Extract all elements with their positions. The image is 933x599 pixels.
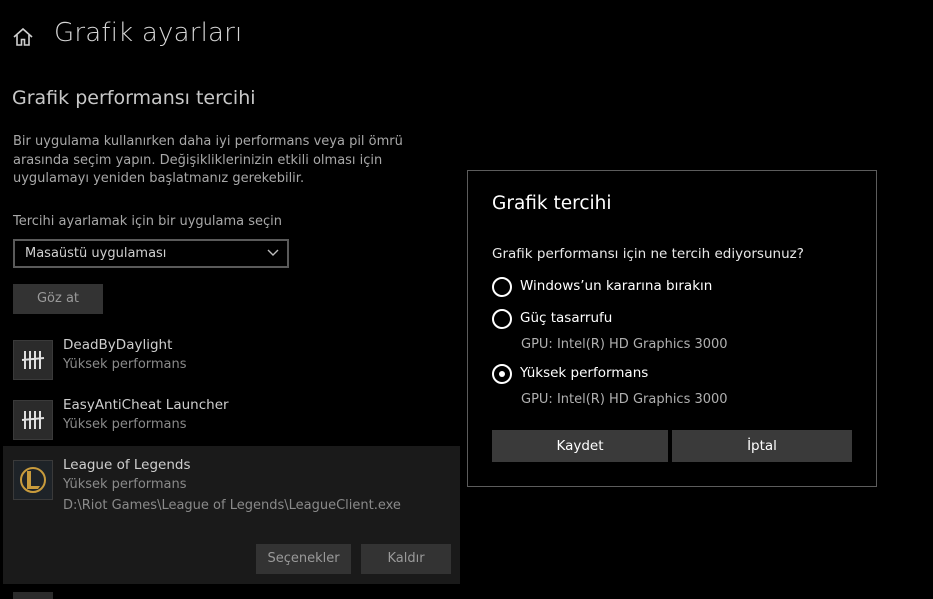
home-icon[interactable]	[12, 26, 34, 48]
radio-label: Windows’un kararına bırakın	[520, 278, 713, 294]
radio-label: Yüksek performans	[520, 365, 649, 381]
chevron-down-icon	[267, 249, 279, 256]
section-title: Grafik performansı tercihi	[12, 87, 256, 109]
app-preference: Yüksek performans	[63, 357, 187, 372]
radio-button[interactable]	[492, 309, 512, 329]
radio-dot	[499, 371, 505, 377]
app-list-item[interactable]: DeadByDaylight Yüksek performans	[13, 337, 453, 389]
dialog-title: Grafik tercihi	[492, 193, 612, 214]
league-icon	[13, 460, 53, 500]
radio-button-checked[interactable]	[492, 364, 512, 384]
dbd-icon	[13, 340, 53, 380]
section-description: Bir uygulama kullanırken daha iyi perfor…	[13, 134, 403, 186]
dbd-icon	[13, 400, 53, 440]
browse-button[interactable]: Göz at	[13, 284, 103, 314]
graphics-preference-dialog: Grafik tercihi Grafik performansı için n…	[467, 170, 877, 487]
app-list-item[interactable]: EasyAntiCheat Launcher Yüksek performans	[13, 397, 453, 449]
app-path: D:\Riot Games\League of Legends\LeagueCl…	[63, 498, 401, 513]
app-list-item[interactable]	[13, 592, 53, 599]
remove-button[interactable]: Kaldır	[361, 544, 451, 574]
page-title: Grafik ayarları	[54, 18, 243, 48]
radio-label: Güç tasarrufu	[520, 310, 613, 326]
app-type-select[interactable]: Masaüstü uygulaması	[13, 239, 289, 268]
app-preference: Yüksek performans	[63, 477, 187, 492]
options-button[interactable]: Seçenekler	[256, 544, 351, 574]
radio-button[interactable]	[492, 277, 512, 297]
app-type-select-value: Masaüstü uygulaması	[25, 246, 167, 261]
app-name: League of Legends	[63, 457, 191, 473]
app-name: DeadByDaylight	[63, 337, 173, 353]
dialog-question: Grafik performansı için ne tercih ediyor…	[492, 246, 804, 262]
save-button[interactable]: Kaydet	[492, 430, 668, 462]
gpu-info: GPU: Intel(R) HD Graphics 3000	[521, 337, 728, 352]
gpu-info: GPU: Intel(R) HD Graphics 3000	[521, 392, 728, 407]
app-type-select-label: Tercihi ayarlamak için bir uygulama seçi…	[13, 214, 282, 229]
app-preference: Yüksek performans	[63, 417, 187, 432]
cancel-button[interactable]: İptal	[672, 430, 852, 462]
app-name: EasyAntiCheat Launcher	[63, 397, 229, 413]
